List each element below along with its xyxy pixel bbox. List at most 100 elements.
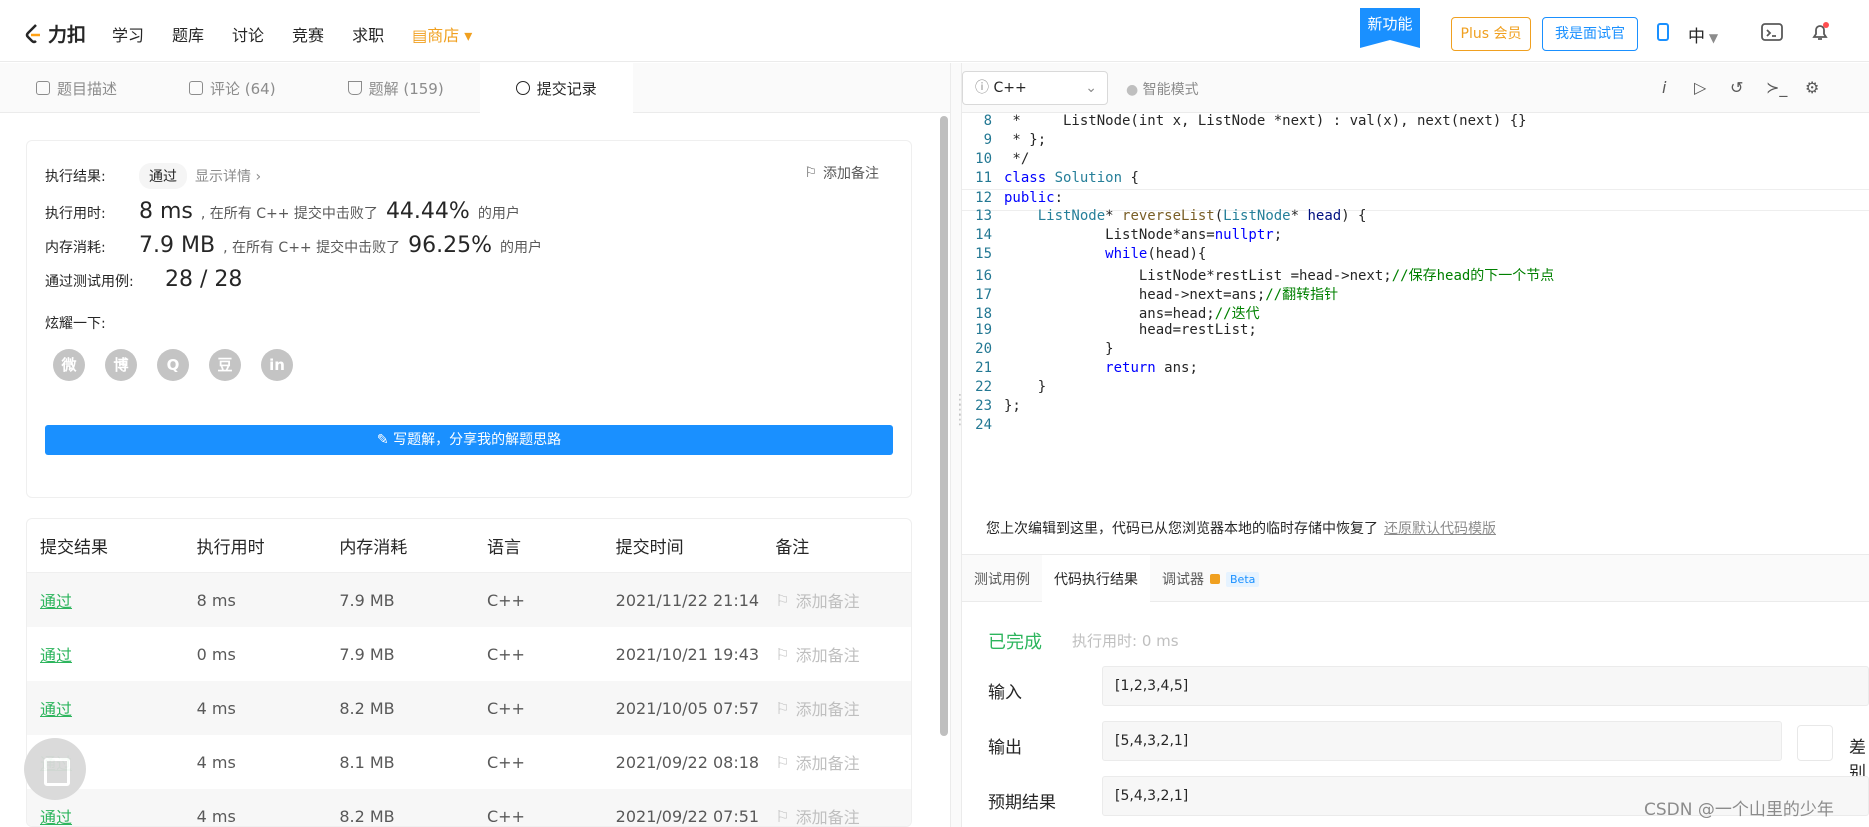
code-text: * }; <box>1004 132 1047 148</box>
douban-icon[interactable]: 豆 <box>209 349 241 381</box>
nav-shop[interactable]: ▤商店 ▾ <box>412 22 472 46</box>
console-tabs: 测试用例 代码执行结果 调试器 Beta <box>962 554 1869 603</box>
settings-icon[interactable]: ⚙ <box>1805 78 1819 97</box>
runtime-percentile: 44.44% <box>385 199 470 224</box>
tab-description[interactable]: 题目描述 <box>0 63 153 113</box>
language-value: C++ <box>993 80 1027 96</box>
code-line[interactable]: 24 <box>962 417 1869 439</box>
show-detail-link[interactable]: 显示详情 › <box>195 166 261 186</box>
date-cell: 2021/10/05 07:57 <box>615 698 760 718</box>
code-editor[interactable]: 8 * ListNode(int x, ListNode *next) : va… <box>962 113 1869 501</box>
run-status: 已完成 <box>988 632 1042 653</box>
panel-resize-handle[interactable] <box>950 63 962 827</box>
diff-checkbox[interactable] <box>1797 725 1833 761</box>
floating-notebook-button[interactable] <box>24 738 86 800</box>
tab-run-result[interactable]: 代码执行结果 <box>1042 555 1150 603</box>
input-value: [1,2,3,4,5] <box>1102 666 1869 706</box>
expected-label: 预期结果 <box>988 793 1056 813</box>
add-note-button[interactable]: ⚐ 添加备注 <box>775 696 911 720</box>
runtime-cell: 4 ms <box>196 698 236 718</box>
tab-description-label: 题目描述 <box>57 79 118 98</box>
status-link[interactable]: 通过 <box>40 592 72 611</box>
wechat-icon[interactable]: 微 <box>53 349 85 381</box>
line-number: 23 <box>975 398 992 414</box>
nav-learn[interactable]: 学习 <box>112 22 144 46</box>
weibo-icon[interactable]: 博 <box>105 349 137 381</box>
status-link[interactable]: 通过 <box>40 700 72 719</box>
line-number: 21 <box>975 360 992 376</box>
run-time: 执行用时: 0 ms <box>1072 632 1179 650</box>
flag-icon: ⚐ <box>775 590 790 610</box>
tab-comments[interactable]: 评论 (64) <box>153 63 312 113</box>
tab-debugger-label: 调试器 <box>1162 572 1204 588</box>
code-text: while(head){ <box>1105 246 1207 262</box>
col-runtime: 执行用时 <box>196 538 265 558</box>
nav-contest[interactable]: 竞赛 <box>292 22 324 46</box>
tab-testcases[interactable]: 测试用例 <box>962 555 1042 603</box>
mobile-icon[interactable] <box>1653 22 1673 42</box>
flag-icon: ⚐ <box>775 644 790 664</box>
col-time: 提交时间 <box>615 538 684 558</box>
restore-message: 您上次编辑到这里，代码已从您浏览器本地的临时存储中恢复了 还原默认代码模版 <box>986 518 1496 538</box>
status-link[interactable]: 通过 <box>40 646 72 665</box>
memory-cell: 7.9 MB <box>339 590 395 610</box>
add-note-button[interactable]: ⚐ 添加备注 <box>775 642 911 666</box>
tab-submissions[interactable]: 提交记录 <box>479 63 633 113</box>
language-cell: C++ <box>486 590 525 610</box>
language-cell: C++ <box>486 644 525 664</box>
tab-debugger[interactable]: 调试器 Beta <box>1150 555 1271 603</box>
add-note-button[interactable]: ⚐ 添加备注 <box>775 588 911 612</box>
add-note-button[interactable]: ⚐ 添加备注 <box>775 804 911 827</box>
submission-result-card: 执行结果: 通过 显示详情 › ⚐ 添加备注 执行用时: 8 ms , 在所有 C… <box>26 140 912 498</box>
play-icon[interactable]: ▷ <box>1694 78 1706 97</box>
nav-discuss[interactable]: 讨论 <box>232 22 264 46</box>
add-note-button[interactable]: ⚐ 添加备注 <box>775 750 911 774</box>
output-value: [5,4,3,2,1] <box>1102 721 1782 761</box>
line-number: 12 <box>975 190 992 206</box>
chevron-down-icon: ▼ <box>1705 31 1719 45</box>
language-switch[interactable]: 中 ▼ <box>1688 22 1728 47</box>
reset-icon[interactable]: ↺ <box>1730 78 1743 97</box>
line-number: 22 <box>975 379 992 395</box>
add-note-label: 添加备注 <box>795 700 860 719</box>
interviewer-button[interactable]: 我是面试官 <box>1542 17 1638 51</box>
new-feature-banner[interactable]: 新功能 <box>1360 8 1420 48</box>
nav-jobs[interactable]: 求职 <box>352 22 384 46</box>
plus-member-button[interactable]: Plus 会员 <box>1451 17 1531 51</box>
tab-solutions[interactable]: 题解 (159) <box>312 63 480 113</box>
runtime-cell: 8 ms <box>196 590 236 610</box>
flag-icon: ⚐ <box>775 752 790 772</box>
leetcode-logo-icon <box>25 23 40 43</box>
output-label: 输出 <box>988 738 1022 758</box>
leetcode-logo[interactable]: 力扣 <box>24 20 86 47</box>
result-label: 执行结果: <box>45 169 106 185</box>
top-navbar: 力扣 学习 题库 讨论 竞赛 求职 ▤商店 ▾ 新功能 Plus 会员 我是面试… <box>0 0 1869 62</box>
share-label: 炫耀一下: <box>45 316 106 332</box>
terminal-icon[interactable]: ≻_ <box>1766 78 1787 97</box>
code-playground-icon[interactable] <box>1760 22 1784 42</box>
flask-icon <box>347 81 362 95</box>
left-scrollbar[interactable] <box>940 116 948 736</box>
memory-users: 的用户 <box>500 240 542 256</box>
col-status: 提交结果 <box>40 538 108 558</box>
code-text: * ListNode(int x, ListNode *next) : val(… <box>1004 113 1527 129</box>
code-text: public: <box>1004 190 1064 206</box>
info-icon[interactable]: i <box>1662 78 1666 97</box>
linkedin-icon[interactable]: in <box>261 349 293 381</box>
pencil-icon: ✎ <box>376 432 394 448</box>
status-link[interactable]: 通过 <box>40 808 72 826</box>
table-header: 提交结果 执行用时 内存消耗 语言 提交时间 备注 <box>27 519 911 573</box>
restore-default-link[interactable]: 还原默认代码模版 <box>1384 521 1496 537</box>
tab-testcases-label: 测试用例 <box>974 572 1030 588</box>
bell-icon[interactable] <box>1810 22 1830 42</box>
date-cell: 2021/10/21 19:43 <box>615 644 760 664</box>
code-text: head->next=ans;//翻转指针 <box>1004 287 1339 303</box>
smart-mode-toggle[interactable]: ● 智能模式 <box>1126 79 1199 99</box>
nav-problems[interactable]: 题库 <box>172 22 204 46</box>
add-note-button[interactable]: ⚐ 添加备注 <box>804 163 879 183</box>
language-select[interactable]: ⓘ C++ ⌄ <box>962 71 1108 105</box>
line-number: 17 <box>975 287 992 303</box>
code-text: } <box>1004 379 1047 395</box>
write-solution-button[interactable]: ✎ 写题解，分享我的解题思路 <box>45 425 893 455</box>
qq-icon[interactable]: Q <box>157 349 189 381</box>
